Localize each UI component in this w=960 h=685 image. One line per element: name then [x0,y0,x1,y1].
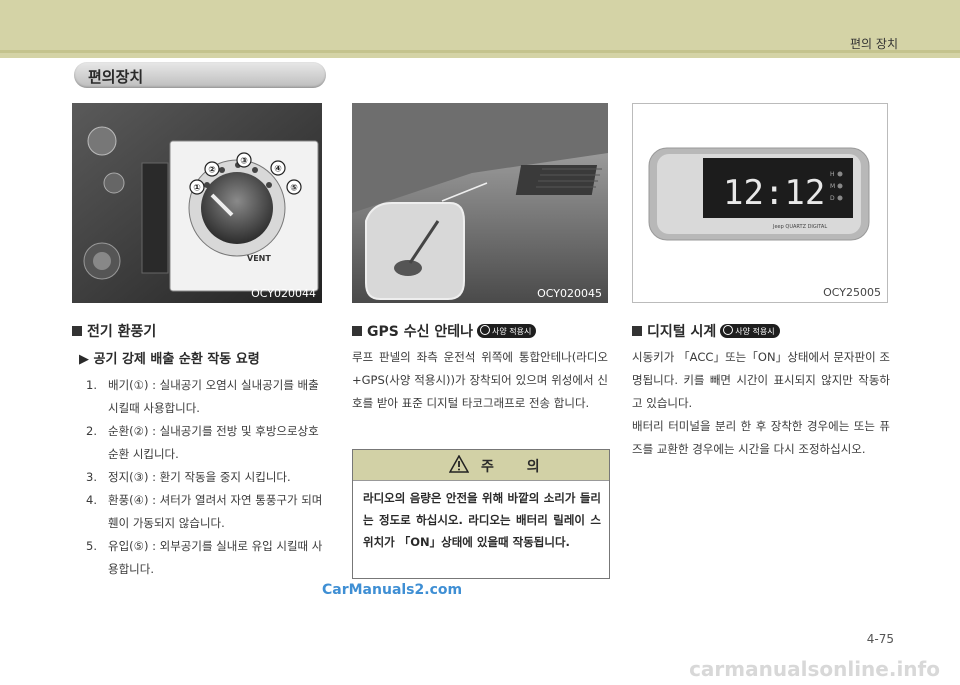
gps-description: 루프 판넬의 좌측 운전석 위쪽에 통합안테나(라디오+GPS(사양 적용시))… [352,350,608,410]
callout-5: ⑤ [290,184,298,194]
callout-1: ① [193,184,201,194]
clock-title-text: 디지털 시계 [647,324,717,340]
section-pill-title: 편의장치 [88,68,144,86]
clock-paragraph-1: 시동키가 「ACC」또는「ON」상태에서 문자판이 조명됩니다. 키를 빼면 시… [632,350,890,410]
badge-text: 사양 적용시 [735,327,775,336]
list-item: 5. 유입(⑤) : 외부공기를 실내로 유입 시킬때 사용합니다. [86,535,332,581]
clock-figure-code: OCY25005 [823,286,881,299]
list-item: 4. 환풍(④) : 셔터가 열려서 자연 통풍구가 되며 휀이 가동되지 않습니… [86,489,332,535]
badge-text: 사양 적용시 [491,327,532,336]
list-item: 2. 순환(②) : 실내공기를 전방 및 후방으로상호 순환 시킵니다. [86,420,332,466]
clock-description: 시동키가 「ACC」또는「ON」상태에서 문자판이 조명됩니다. 키를 빼면 시… [632,346,890,461]
antenna-figure-code: OCY020045 [537,287,602,300]
gps-title-text: GPS 수신 안테나 [367,324,473,340]
callout-4: ④ [274,165,282,175]
square-bullet-icon [72,326,82,336]
footer-watermark: carmanualsonline.info [689,657,940,681]
caution-header: 주 의 [353,450,609,481]
optional-spec-badge: 사양 적용시 [720,324,780,338]
search-icon [723,325,734,335]
callout-2: ② [208,166,216,176]
vent-illustration: ① ② ③ ④ ⑤ VENT [72,103,322,303]
vent-knob-label: VENT [247,254,271,263]
list-item-text: 정지(③) : 환기 작동을 중지 시킵니다. [108,470,291,484]
vent-figure-code: OCY020044 [251,287,316,300]
clock-side-letter-d: D [830,195,835,202]
page-number: 4-75 [866,632,894,646]
list-item-number: 4. [86,493,97,507]
optional-spec-badge: 사양 적용시 [476,324,537,338]
square-bullet-icon [632,326,642,336]
vent-subhead-text: 공기 강제 배출 순환 작동 요령 [93,352,260,367]
clock-section-title: 디지털 시계 사양 적용시 [632,321,780,341]
clock-display-time: 12:12 [723,173,825,213]
list-item-number: 3. [86,470,97,484]
caution-body: 라디오의 음량은 안전을 위해 바깥의 소리가 들리는 정도로 하십시오. 라디… [363,491,601,549]
callout-3: ③ [240,157,248,167]
section-pill: 편의장치 [74,62,326,88]
list-item-text: 유입(⑤) : 외부공기를 실내로 유입 시킬때 사용합니다. [108,539,323,576]
list-item: 3. 정지(③) : 환기 작동을 중지 시킵니다. [86,466,332,489]
clock-side-letter-m: M [830,183,835,190]
vent-title-text: 전기 환풍기 [87,324,157,340]
warning-icon [449,455,469,473]
caution-box: 주 의 라디오의 음량은 안전을 위해 바깥의 소리가 들리는 정도로 하십시오… [352,449,610,579]
site-watermark: CarManuals2.com [322,582,463,598]
vent-figure: ① ② ③ ④ ⑤ VENT OCY020044 [72,103,322,303]
list-item: 1. 배기(①) : 실내공기 오염시 실내공기를 배출 시킬때 사용합니다. [86,374,332,420]
list-item-number: 5. [86,539,97,553]
search-icon [479,325,490,335]
list-item-text: 배기(①) : 실내공기 오염시 실내공기를 배출 시킬때 사용합니다. [108,378,319,415]
vent-steps-list: 1. 배기(①) : 실내공기 오염시 실내공기를 배출 시킬때 사용합니다. 2… [86,374,332,581]
clock-figure: 12:12 H M D Jeep QUARTZ DIGITAL OCY25005 [632,103,888,303]
square-bullet-icon [352,326,362,336]
clock-paragraph-2: 배터리 터미널을 분리 한 후 장착한 경우에는 또는 퓨즈를 교환한 경우에는… [632,419,890,456]
antenna-figure: OCY020045 [352,103,608,303]
clock-illustration: 12:12 H M D Jeep QUARTZ DIGITAL [648,147,870,241]
gps-section-title: GPS 수신 안테나 사양 적용시 [352,321,537,341]
clock-side-letter-h: H [830,171,835,178]
vent-section-title: 전기 환풍기 [72,321,156,341]
caution-title: 주 의 [481,459,554,475]
header-divider [0,50,960,53]
list-item-text: 순환(②) : 실내공기를 전방 및 후방으로상호 순환 시킵니다. [108,424,319,461]
list-item-text: 환풍(④) : 셔터가 열려서 자연 통풍구가 되며 휀이 가동되지 않습니다. [108,493,323,530]
list-item-number: 2. [86,424,97,438]
vent-subhead: ▶ 공기 강제 배출 순환 작동 요령 [79,348,260,367]
antenna-illustration [352,103,608,303]
list-item-number: 1. [86,378,97,392]
header-section-title: 편의 장치 [850,37,898,51]
clock-brand-text: Jeep QUARTZ DIGITAL [772,224,827,230]
triangle-bullet-icon: ▶ [79,352,89,367]
